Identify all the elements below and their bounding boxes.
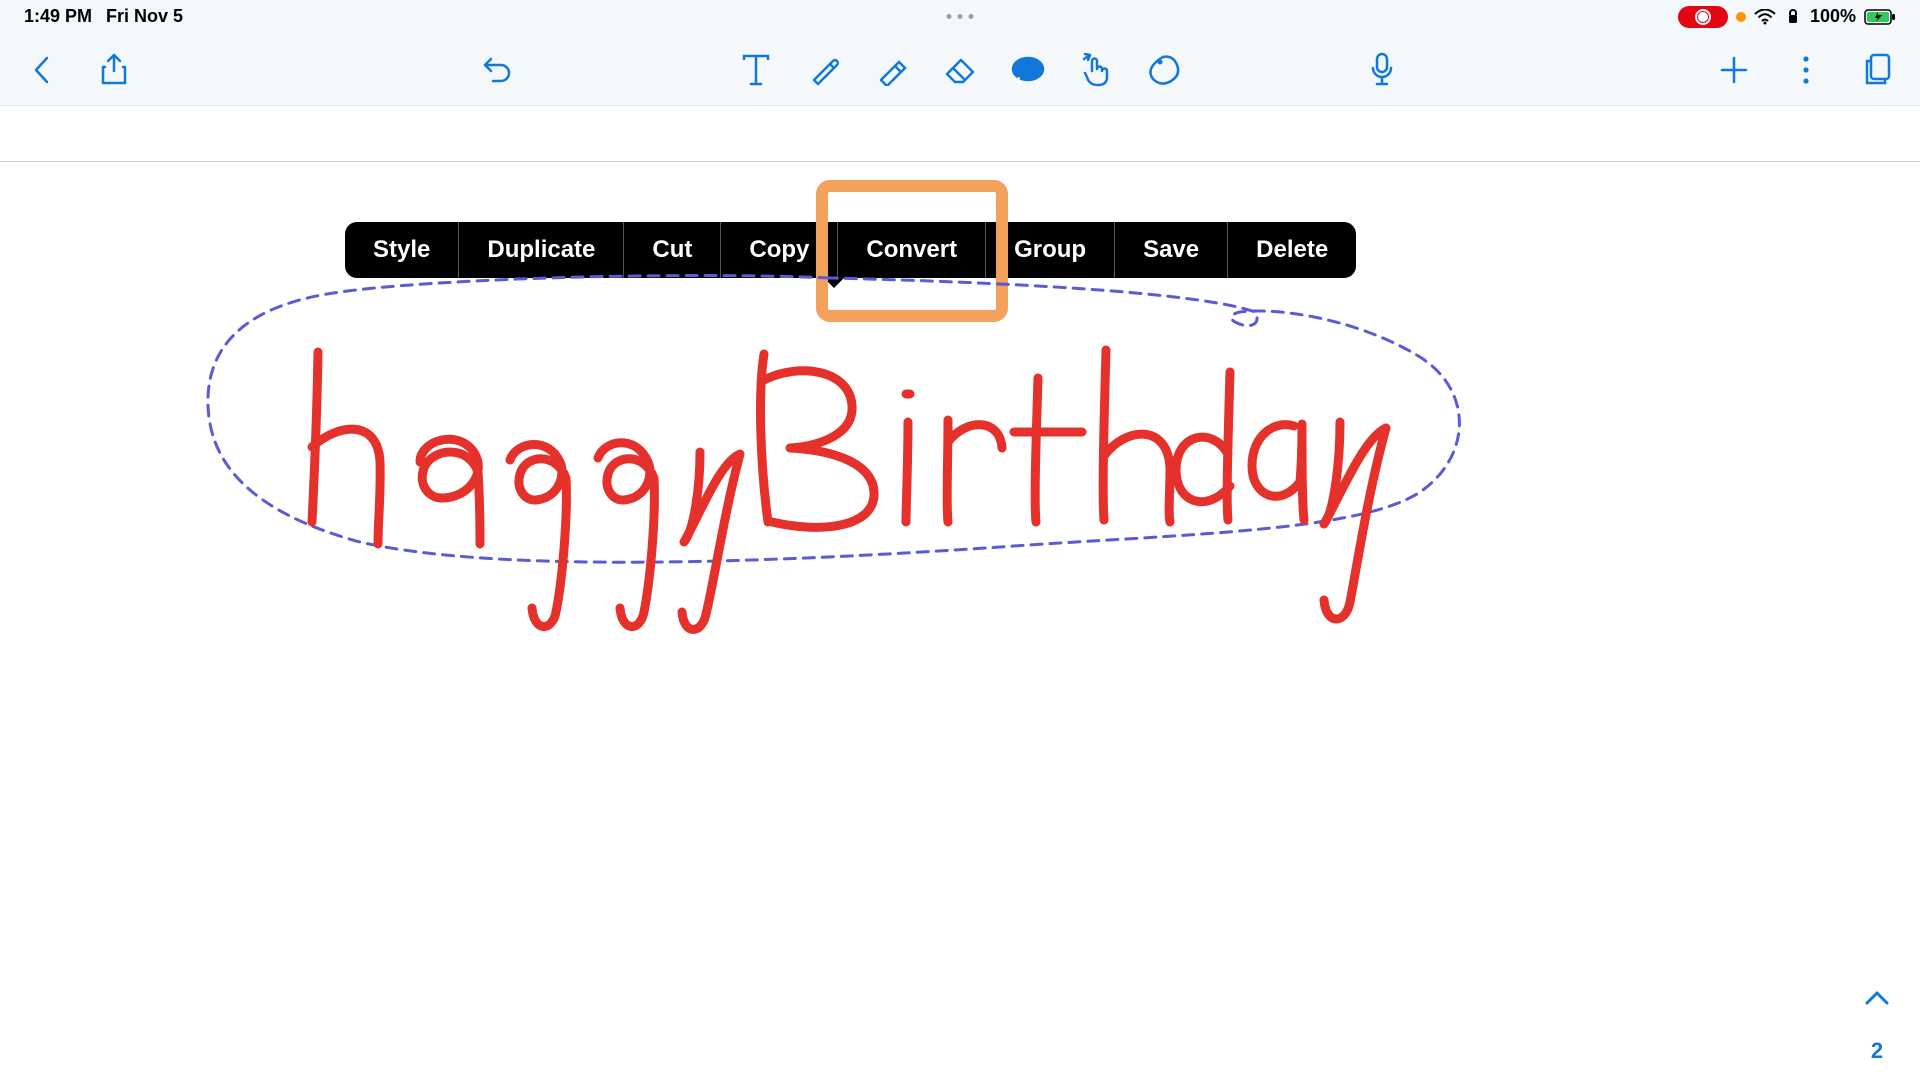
chevron-up-icon[interactable]: [1864, 990, 1890, 1006]
page-indicator[interactable]: 2: [1864, 990, 1890, 1064]
eraser-tool-icon[interactable]: [940, 50, 980, 90]
battery-percent: 100%: [1810, 6, 1856, 27]
shape-tool-icon[interactable]: [1144, 50, 1184, 90]
microphone-button[interactable]: [1362, 50, 1402, 90]
highlighter-tool-icon[interactable]: [872, 50, 912, 90]
battery-icon: [1864, 9, 1896, 25]
document-title-strip: [0, 106, 1920, 162]
mic-in-use-dot-icon: [1736, 12, 1746, 22]
gesture-tool-icon[interactable]: [1076, 50, 1116, 90]
lasso-selection-path: [208, 276, 1459, 563]
wifi-icon: [1754, 9, 1776, 25]
more-button[interactable]: [1786, 50, 1826, 90]
pencil-tool-icon[interactable]: [804, 50, 844, 90]
app-toolbar: [0, 34, 1920, 106]
status-date: Fri Nov 5: [106, 6, 183, 27]
text-tool-icon[interactable]: [736, 50, 776, 90]
lasso-tool-icon[interactable]: [1008, 50, 1048, 90]
page-number: 2: [1871, 1038, 1883, 1064]
share-button[interactable]: [94, 50, 134, 90]
canvas-ink-layer: [0, 162, 1920, 1062]
note-canvas[interactable]: StyleDuplicateCutCopyConvertGroupSaveDel…: [0, 162, 1920, 1080]
handwriting-word-2: [761, 350, 1386, 619]
screen-record-indicator[interactable]: [1678, 6, 1728, 28]
back-button[interactable]: [22, 50, 62, 90]
rotation-lock-icon: [1784, 8, 1802, 26]
multitask-dots-icon[interactable]: [947, 14, 974, 19]
status-time: 1:49 PM: [24, 6, 92, 27]
status-bar: 1:49 PM Fri Nov 5 100%: [0, 0, 1920, 34]
undo-button[interactable]: [476, 50, 516, 90]
pages-button[interactable]: [1858, 50, 1898, 90]
handwriting-word-1: [312, 352, 740, 630]
add-button[interactable]: [1714, 50, 1754, 90]
